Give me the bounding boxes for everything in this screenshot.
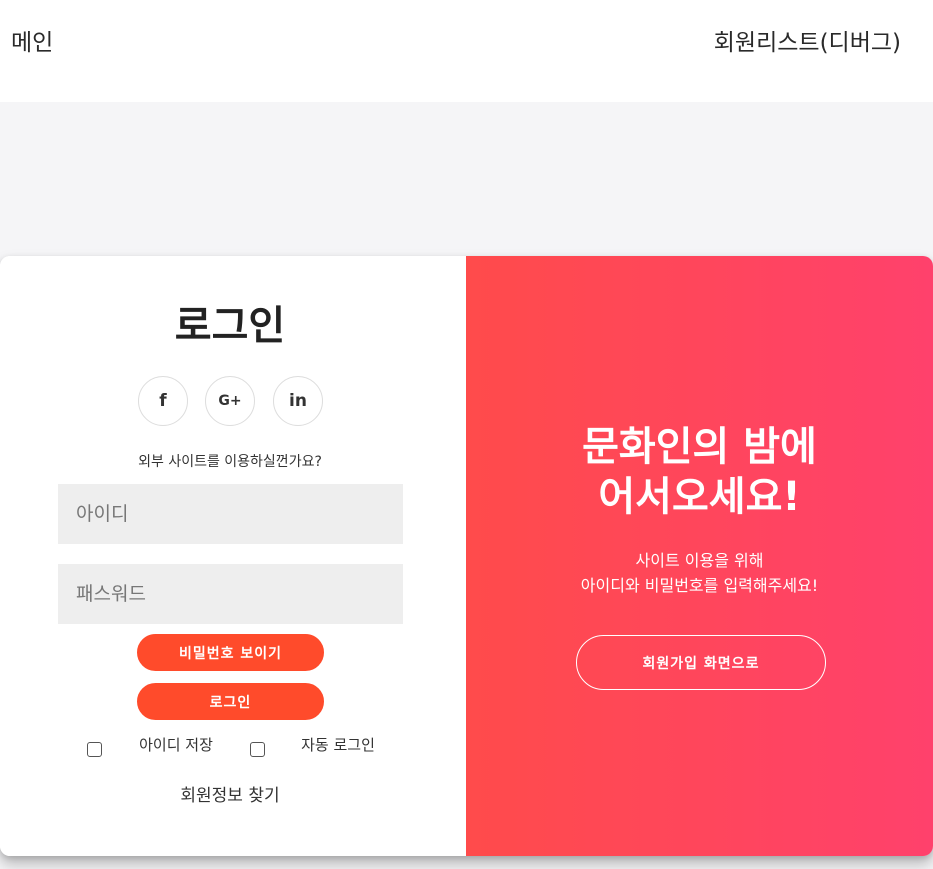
save-id-checkbox[interactable] <box>87 742 102 757</box>
go-to-signup-button[interactable]: 회원가입 화면으로 <box>576 635 826 690</box>
nav-main-link[interactable]: 메인 <box>11 28 53 58</box>
login-panel: 로그인 f G+ in 외부 사이트를 이용하실껀가요? 비밀번호 보이기 로그… <box>0 256 466 856</box>
top-navigation: 메인 회원리스트(디버그) <box>0 0 933 102</box>
login-options: 아이디 저장 자동 로그인 <box>0 734 460 784</box>
welcome-title-line2: 어서오세요! <box>598 474 801 520</box>
id-input[interactable] <box>58 484 403 544</box>
google-plus-icon: G+ <box>218 393 242 409</box>
linkedin-login-button[interactable]: in <box>273 376 323 426</box>
login-title: 로그인 <box>174 303 286 349</box>
nav-member-list-link[interactable]: 회원리스트(디버그) <box>714 28 901 58</box>
linkedin-icon: in <box>289 391 307 411</box>
login-button[interactable]: 로그인 <box>137 683 324 720</box>
find-account-link[interactable]: 회원정보 찾기 <box>0 784 460 808</box>
welcome-subtitle: 사이트 이용을 위해 아이디와 비밀번호를 입력해주세요! <box>466 548 933 598</box>
auto-login-label: 자동 로그인 <box>301 736 375 754</box>
welcome-subtitle-line1: 사이트 이용을 위해 <box>635 551 764 570</box>
google-plus-login-button[interactable]: G+ <box>205 376 255 426</box>
facebook-login-button[interactable]: f <box>138 376 188 426</box>
auth-card: 로그인 f G+ in 외부 사이트를 이용하실껀가요? 비밀번호 보이기 로그… <box>0 256 933 856</box>
facebook-icon: f <box>159 391 167 411</box>
welcome-panel: 문화인의 밤에 어서오세요! 사이트 이용을 위해 아이디와 비밀번호를 입력해… <box>466 256 933 856</box>
auto-login-checkbox[interactable] <box>250 742 265 757</box>
welcome-subtitle-line2: 아이디와 비밀번호를 입력해주세요! <box>580 576 819 595</box>
welcome-title: 문화인의 밤에 어서오세요! <box>466 422 933 522</box>
show-password-button[interactable]: 비밀번호 보이기 <box>137 634 324 671</box>
welcome-title-line1: 문화인의 밤에 <box>582 424 817 470</box>
social-login-row: f G+ in <box>0 376 460 426</box>
password-input[interactable] <box>58 564 403 624</box>
external-site-prompt: 외부 사이트를 이용하실껀가요? <box>138 454 322 470</box>
save-id-label: 아이디 저장 <box>139 736 213 754</box>
